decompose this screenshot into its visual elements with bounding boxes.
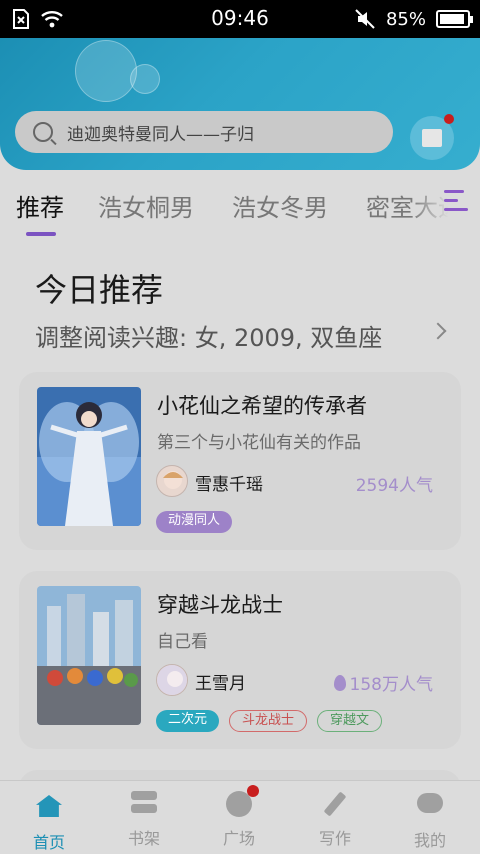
nav-label: 首页 (32, 833, 65, 852)
tag[interactable]: 穿越文 (317, 710, 383, 732)
book-description: 自己看 (157, 632, 208, 652)
active-tab-indicator (26, 232, 56, 236)
tag[interactable]: 动漫同人 (156, 511, 233, 533)
reading-interest-link[interactable]: 调整阅读兴趣: 女, 2009, 双鱼座 (35, 318, 382, 353)
decor-bubble (130, 64, 160, 94)
tab-recommend[interactable]: 推荐 (16, 188, 64, 223)
notification-dot (247, 785, 259, 797)
mute-icon (355, 9, 375, 29)
popularity-count: 158万人气 (333, 670, 433, 695)
tab-category-3[interactable]: 浩女冬男 (232, 188, 328, 223)
nav-label: 书架 (127, 829, 160, 848)
avatar[interactable] (156, 465, 188, 497)
gift-icon (422, 129, 442, 147)
pen-icon (321, 791, 349, 817)
bookshelf-icon (130, 791, 158, 817)
tab-menu-icon[interactable] (444, 190, 470, 214)
popularity-count: 2594人气 (356, 471, 433, 496)
tag[interactable]: 二次元 (156, 710, 220, 732)
battery-percent: 85% (385, 8, 426, 30)
nav-profile[interactable]: 我的 (390, 791, 470, 851)
nav-label: 广场 (222, 829, 255, 848)
book-card[interactable]: 小花仙之希望的传承者 第三个与小花仙有关的作品 雪惠千瑶 2594人气 动漫同人 (19, 372, 461, 550)
tab-category-2[interactable]: 浩女桐男 (98, 188, 194, 223)
profile-icon (416, 793, 444, 819)
nav-write[interactable]: 写作 (295, 791, 375, 849)
nav-label: 写作 (318, 829, 351, 848)
notification-dot (444, 114, 454, 124)
section-title: 今日推荐 (35, 271, 164, 309)
status-bar: 09:46 85% (0, 0, 480, 38)
nav-label: 我的 (413, 831, 446, 850)
flame-icon (333, 674, 346, 691)
tag-list: 二次元 斗龙战士 穿越文 (156, 710, 383, 732)
book-title: 穿越斗龙战士 (157, 593, 283, 617)
search-bar[interactable]: 迪迦奥特曼同人——子归 (15, 111, 393, 153)
popularity-text: 2594人气 (355, 476, 433, 496)
tag-list: 动漫同人 (156, 511, 233, 533)
book-cover (37, 387, 141, 526)
tag[interactable]: 斗龙战士 (229, 710, 308, 732)
bottom-navigation: 首页 书架 广场 写作 我的 (0, 780, 480, 854)
plaza-icon (225, 785, 259, 817)
nav-plaza[interactable]: 广场 (199, 785, 279, 849)
author-name[interactable]: 雪惠千瑶 (195, 470, 263, 495)
popularity-text: 158万人气 (349, 675, 433, 695)
header-banner: 迪迦奥特曼同人——子归 (0, 38, 480, 170)
avatar[interactable] (156, 664, 188, 696)
category-tabs: 推荐 浩女桐男 浩女冬男 密室大逃 (0, 170, 480, 240)
book-cover (37, 586, 141, 725)
book-description: 第三个与小花仙有关的作品 (157, 433, 361, 453)
nav-home[interactable]: 首页 (9, 791, 89, 853)
battery-icon (436, 10, 473, 28)
author-name[interactable]: 王雪月 (195, 669, 246, 694)
search-placeholder: 迪迦奥特曼同人——子归 (67, 124, 254, 145)
book-card[interactable]: 穿越斗龙战士 自己看 王雪月 158万人气 二次元 斗龙战士 穿越文 (19, 571, 461, 749)
status-right-icons: 85% (354, 8, 473, 30)
book-title: 小花仙之希望的传承者 (157, 394, 367, 418)
gift-button[interactable] (410, 114, 454, 160)
decor-bubble (75, 40, 137, 102)
home-icon (35, 795, 63, 821)
search-icon (33, 122, 53, 142)
nav-bookshelf[interactable]: 书架 (104, 791, 184, 849)
chevron-right-icon (429, 322, 447, 340)
